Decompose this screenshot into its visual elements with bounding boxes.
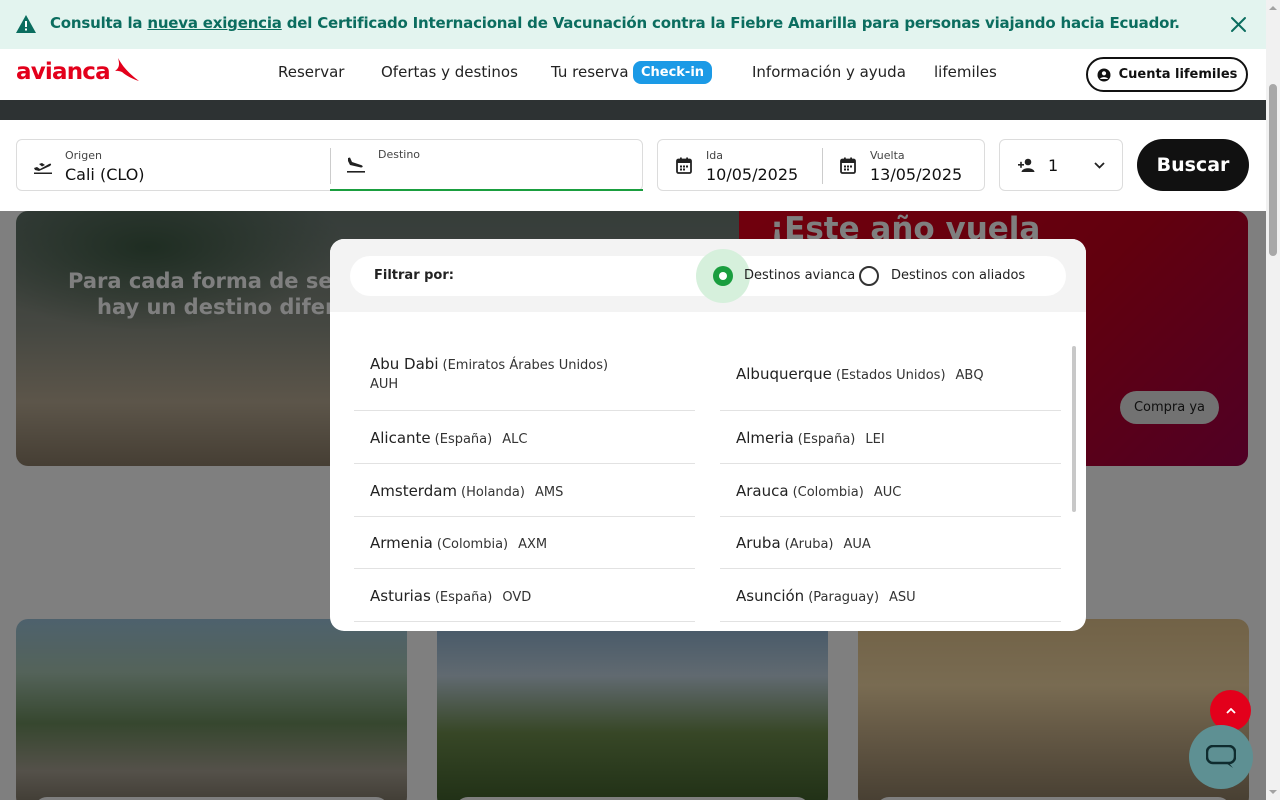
passengers-count: 1 xyxy=(1048,156,1059,175)
destination-city: Armenia xyxy=(370,534,433,552)
return-date[interactable]: 13/05/2025 xyxy=(870,165,962,184)
flight-search-bar: Origen Cali (CLO) Destino Ida 10/05/2025 xyxy=(0,120,1266,211)
destination-code: AUC xyxy=(873,485,902,500)
destination-country: (Aruba) xyxy=(784,537,834,552)
option-destinos-con-aliados[interactable]: Destinos con aliados xyxy=(891,268,1025,283)
destination-code: ABQ xyxy=(955,368,984,383)
checkin-badge[interactable]: Check-in xyxy=(633,61,712,84)
filter-pill: Filtrar por: Destinos avianca Destinos c… xyxy=(350,249,1066,303)
option-destinos-avianca[interactable]: Destinos avianca xyxy=(744,268,855,283)
destination-country: (Colombia) xyxy=(792,485,864,500)
account-button-label: Cuenta lifemiles xyxy=(1118,67,1238,82)
destination-country: (Paraguay) xyxy=(808,590,880,605)
scroll-up-arrow-icon[interactable] xyxy=(1269,4,1277,12)
origin-label: Origen xyxy=(65,149,102,162)
avianca-logo[interactable]: avianca xyxy=(16,57,140,85)
destination-code: ALC xyxy=(502,432,528,447)
scroll-down-arrow-icon[interactable] xyxy=(1269,788,1277,796)
close-icon[interactable] xyxy=(1229,15,1248,34)
radio-destinos-avianca[interactable] xyxy=(713,266,733,286)
alert-text-before: Consulta la xyxy=(50,14,148,32)
destination-item[interactable]: Aruba (Aruba) AUA xyxy=(720,517,1061,569)
search-button[interactable]: Buscar xyxy=(1137,139,1249,191)
destination-country: (España) xyxy=(797,432,856,447)
departure-label: Ida xyxy=(706,149,723,162)
destination-label: Destino xyxy=(378,148,421,161)
calendar-icon xyxy=(840,157,856,174)
destination-code: AUA xyxy=(843,537,871,552)
destination-city: Aruba xyxy=(736,534,781,552)
plane-landing-icon xyxy=(347,157,365,173)
alert-banner: Consulta la nueva exigencia del Certific… xyxy=(0,0,1266,49)
destination-item[interactable]: Armenia (Colombia) AXM xyxy=(354,517,695,569)
nav-lifemiles[interactable]: lifemiles xyxy=(934,63,997,81)
destination-country: (España) xyxy=(434,590,493,605)
destination-item[interactable]: Asturias (España) OVD xyxy=(354,569,695,622)
return-label: Vuelta xyxy=(870,149,905,162)
destination-item[interactable]: Amsterdam (Holanda) AMS xyxy=(354,464,695,517)
nav-informacion-y-ayuda[interactable]: Información y ayuda xyxy=(752,63,906,81)
destination-code: LEI xyxy=(865,432,885,447)
destinations-dropdown: Filtrar por: Destinos avianca Destinos c… xyxy=(330,239,1086,631)
destination-city: Almeria xyxy=(736,429,794,447)
filter-label: Filtrar por: xyxy=(374,268,454,283)
destination-city: Arauca xyxy=(736,482,789,500)
filter-bar: Filtrar por: Destinos avianca Destinos c… xyxy=(330,239,1086,312)
destination-city: Abu Dabi xyxy=(370,355,439,373)
calendar-icon xyxy=(676,157,692,174)
destination-country: (Colombia) xyxy=(436,537,509,552)
nav-tu-reserva[interactable]: Tu reserva xyxy=(551,63,629,81)
destination-item[interactable]: Albuquerque (Estados Unidos) ABQ xyxy=(720,339,1061,411)
origin-value[interactable]: Cali (CLO) xyxy=(65,165,145,184)
add-person-icon xyxy=(1018,158,1035,172)
destination-code: AUH xyxy=(370,377,399,392)
destination-code: AMS xyxy=(534,485,564,500)
destination-city: Asunción xyxy=(736,587,805,605)
destination-country: (Holanda) xyxy=(461,485,525,500)
dropdown-scrollbar[interactable] xyxy=(1072,346,1076,512)
alert-link[interactable]: nueva exigencia xyxy=(147,14,282,32)
destination-country: (Emiratos Árabes Unidos) xyxy=(442,358,609,373)
chevron-down-icon xyxy=(1094,162,1105,169)
logo-bird-icon xyxy=(114,58,139,81)
destination-code: ASU xyxy=(889,590,916,605)
alert-text-after: del Certificado Internacional de Vacunac… xyxy=(281,14,1180,32)
destination-code: OVD xyxy=(502,590,532,605)
chevron-up-icon xyxy=(1225,707,1236,714)
destination-code: AXM xyxy=(518,537,548,552)
warning-icon xyxy=(16,15,36,33)
destination-city: Amsterdam xyxy=(370,482,458,500)
dates-divider xyxy=(822,148,823,184)
destination-item[interactable]: Asunción (Paraguay) ASU xyxy=(720,569,1061,622)
chat-button[interactable] xyxy=(1189,725,1253,789)
destination-city: Alicante xyxy=(370,429,431,447)
chat-icon xyxy=(1206,745,1236,768)
dates-group: Ida 10/05/2025 Vuelta 13/05/2025 xyxy=(657,139,985,191)
destination-item[interactable]: Alicante (España) ALC xyxy=(354,411,695,464)
destination-city: Asturias xyxy=(370,587,431,605)
nav-ofertas-y-destinos[interactable]: Ofertas y destinos xyxy=(381,63,518,81)
destination-item[interactable]: Arauca (Colombia) AUC xyxy=(720,464,1061,517)
alert-message: Consulta la nueva exigencia del Certific… xyxy=(50,14,1180,32)
destination-item[interactable]: Almeria (España) LEI xyxy=(720,411,1061,464)
destination-city: Albuquerque xyxy=(736,365,832,383)
user-icon xyxy=(1097,68,1111,81)
departure-date[interactable]: 10/05/2025 xyxy=(706,165,798,184)
logo-wordmark: avianca xyxy=(16,59,111,85)
page-scrollbar-thumb[interactable] xyxy=(1269,84,1277,256)
account-button[interactable]: Cuenta lifemiles xyxy=(1086,57,1248,92)
radio-destinos-con-aliados[interactable] xyxy=(859,266,879,286)
passengers-selector[interactable]: 1 xyxy=(999,139,1123,191)
plane-takeoff-icon xyxy=(34,163,52,174)
nav-reservar[interactable]: Reservar xyxy=(278,63,344,81)
destination-item[interactable]: Abu Dabi (Emiratos Árabes Unidos) AUH xyxy=(354,339,695,411)
destination-field[interactable]: Destino xyxy=(330,139,643,191)
destination-country: (Estados Unidos) xyxy=(835,368,946,383)
destination-country: (España) xyxy=(434,432,493,447)
